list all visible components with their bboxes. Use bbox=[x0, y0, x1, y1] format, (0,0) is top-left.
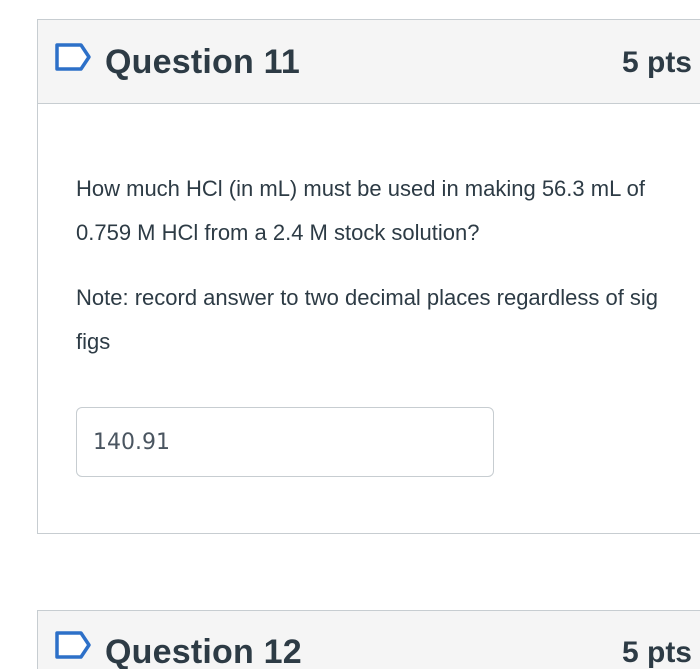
answer-input[interactable] bbox=[76, 407, 494, 477]
question-note: Note: record answer to two decimal place… bbox=[76, 285, 659, 354]
question-points: 5 pts bbox=[621, 636, 692, 669]
question-points: 5 pts bbox=[621, 46, 692, 79]
quiz-page: Question 11 5 pts How much HCl (in mL) m… bbox=[0, 0, 700, 669]
flag-question-icon[interactable] bbox=[54, 42, 92, 72]
question-header: Question 11 5 pts bbox=[38, 20, 700, 104]
question-card-11: Question 11 5 pts How much HCl (in mL) m… bbox=[37, 19, 700, 534]
question-title: Question 11 bbox=[105, 43, 300, 81]
question-header: Question 12 5 pts bbox=[38, 611, 700, 669]
question-text: How much HCl (in mL) must be used in mak… bbox=[76, 176, 645, 245]
question-title: Question 12 bbox=[105, 633, 302, 669]
question-card-12: Question 12 5 pts bbox=[37, 610, 700, 669]
flag-question-icon[interactable] bbox=[54, 630, 92, 660]
